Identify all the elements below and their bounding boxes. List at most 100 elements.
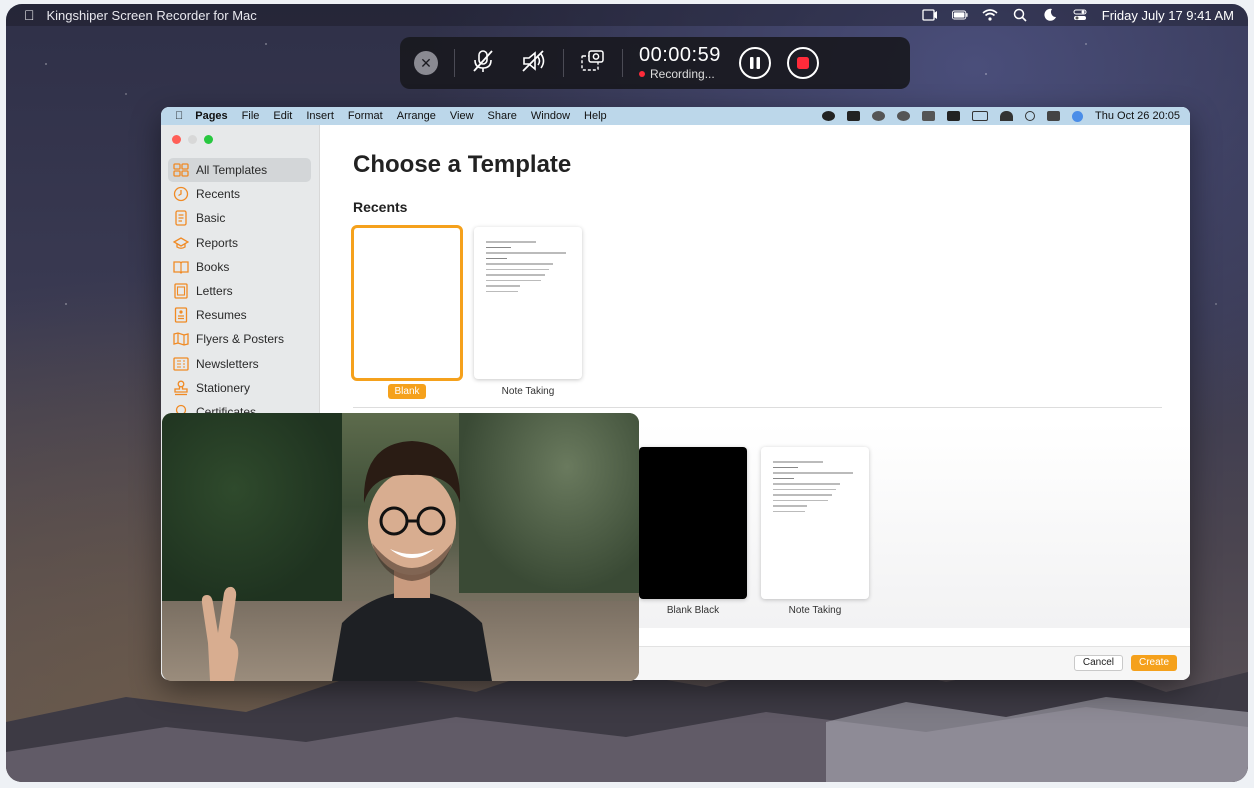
- sidebar-item-reports[interactable]: Reports: [161, 231, 319, 255]
- recording-dot-icon: [639, 71, 645, 77]
- play-icon[interactable]: [897, 111, 910, 121]
- sidebar-item-label: Basic: [196, 211, 226, 226]
- sidebar-item-label: Reports: [196, 235, 239, 250]
- create-button[interactable]: Create: [1130, 655, 1177, 671]
- sidebar-item-letters[interactable]: Letters: [161, 279, 319, 303]
- control-center-icon[interactable]: [1072, 9, 1088, 21]
- menu-edit[interactable]: Edit: [273, 110, 292, 122]
- menu-share[interactable]: Share: [488, 110, 517, 122]
- siri-icon[interactable]: [1072, 110, 1083, 122]
- graduation-icon: [173, 236, 189, 249]
- toolbar-divider: [454, 49, 455, 77]
- sidebar-item-label: Letters: [196, 284, 233, 299]
- clock-icon: [173, 187, 189, 202]
- search-icon[interactable]: [1012, 8, 1028, 22]
- webcam-background-foliage: [162, 413, 342, 603]
- recording-status: 00:00:59 Recording...: [639, 45, 721, 81]
- page-title: Choose a Template: [353, 151, 572, 178]
- webcam-person: [332, 441, 492, 681]
- template-blank[interactable]: [351, 225, 463, 381]
- menu-file[interactable]: File: [242, 110, 260, 122]
- webcam-overlay[interactable]: [162, 413, 639, 681]
- close-icon[interactable]: ✕: [414, 51, 438, 75]
- sidebar-item-basic[interactable]: Basic: [161, 206, 319, 230]
- sidebar-item-label: Stationery: [196, 380, 251, 395]
- menu-pages[interactable]: Pages: [195, 110, 227, 122]
- sidebar-item-label: Flyers & Posters: [196, 332, 285, 347]
- sidebar-item-flyers-posters[interactable]: Flyers & Posters: [161, 327, 319, 351]
- recording-timer: 00:00:59: [639, 44, 721, 66]
- window-controls: [172, 135, 319, 144]
- face-icon[interactable]: [822, 111, 835, 121]
- menu-insert[interactable]: Insert: [306, 110, 334, 122]
- toolbar-divider: [563, 49, 564, 77]
- sidebar-item-label: All Templates: [196, 163, 268, 178]
- book-icon: [173, 261, 189, 274]
- input-icon[interactable]: [847, 111, 860, 121]
- sidebar-item-newsletters[interactable]: Newsletters: [161, 352, 319, 376]
- recorder-toolbar: ✕ 00:00:59 Recording...: [400, 37, 910, 89]
- minimize-window-button[interactable]: [188, 135, 197, 144]
- search-icon[interactable]: [1025, 111, 1035, 121]
- close-window-button[interactable]: [172, 135, 181, 144]
- doc-icon: [175, 210, 187, 227]
- menu-help[interactable]: Help: [584, 110, 607, 122]
- cancel-button[interactable]: Cancel: [1073, 655, 1123, 671]
- newsletter-icon: [173, 356, 189, 371]
- recording-status-text: Recording...: [650, 67, 715, 81]
- screen-record-icon[interactable]: [922, 9, 938, 21]
- airdrop-icon[interactable]: [872, 111, 885, 121]
- s-app-icon[interactable]: [947, 111, 960, 121]
- template-preview-lines: [486, 241, 570, 296]
- system-app-name[interactable]: Kingshiper Screen Recorder for Mac: [47, 8, 257, 23]
- template-preview-lines: [773, 461, 857, 516]
- wifi-icon[interactable]: [1000, 111, 1013, 121]
- apple-icon[interactable]: : [175, 110, 183, 122]
- toolbar-divider: [622, 49, 623, 77]
- stop-button[interactable]: [786, 47, 819, 79]
- template-label-blank-black: Blank Black: [666, 605, 720, 616]
- sidebar-item-label: Books: [196, 259, 230, 274]
- grid-icon: [173, 163, 189, 177]
- pause-button[interactable]: [738, 47, 771, 79]
- system-menu-bar:  Kingshiper Screen Recorder for Mac Fri…: [6, 4, 1248, 26]
- sidebar-item-stationery[interactable]: Stationery: [161, 376, 319, 400]
- zoom-window-button[interactable]: [204, 135, 213, 144]
- template-note-taking[interactable]: [474, 227, 582, 379]
- recents-heading: Recents: [353, 199, 408, 215]
- sidebar-item-label: Newsletters: [196, 356, 259, 371]
- sidebar-item-recents[interactable]: Recents: [161, 182, 319, 206]
- template-label-note-taking: Note Taking: [501, 386, 555, 397]
- template-label: Blank: [353, 384, 461, 399]
- resume-icon: [174, 307, 188, 323]
- template-note-taking-basic[interactable]: [761, 447, 869, 599]
- wifi-icon[interactable]: [982, 9, 998, 21]
- sidebar-item-books[interactable]: Books: [161, 255, 319, 279]
- section-divider: [353, 407, 1162, 408]
- letter-icon: [174, 283, 188, 299]
- control-center-icon[interactable]: [1047, 111, 1060, 121]
- menu-view[interactable]: View: [450, 110, 474, 122]
- pause-icon: [749, 57, 760, 69]
- apple-icon[interactable]: : [24, 7, 35, 23]
- menu-format[interactable]: Format: [348, 110, 383, 122]
- moon-icon[interactable]: [1042, 8, 1058, 21]
- sidebar-item-all-templates[interactable]: All Templates: [168, 158, 311, 183]
- template-label-blank: Blank: [388, 384, 426, 399]
- desktop:  Kingshiper Screen Recorder for Mac Fri…: [6, 4, 1248, 782]
- sidebar-item-resumes[interactable]: Resumes: [161, 303, 319, 327]
- menu-arrange[interactable]: Arrange: [397, 110, 436, 122]
- pages-menu-bar:  Pages File Edit Insert Format Arrange …: [161, 107, 1190, 125]
- flyer-icon: [173, 332, 189, 347]
- battery-icon[interactable]: [951, 9, 968, 21]
- speaker-muted-icon[interactable]: [521, 49, 547, 78]
- template-blank-black[interactable]: [639, 447, 747, 599]
- mute-icon[interactable]: [922, 111, 935, 121]
- stop-icon: [796, 57, 809, 69]
- pages-menu-datetime[interactable]: Thu Oct 26 20:05: [1095, 110, 1180, 122]
- screenshot-icon[interactable]: [580, 49, 606, 78]
- mic-muted-icon[interactable]: [471, 49, 495, 78]
- menu-window[interactable]: Window: [531, 110, 570, 122]
- battery-icon[interactable]: [972, 111, 988, 121]
- system-datetime[interactable]: Friday July 17 9:41 AM: [1102, 8, 1234, 23]
